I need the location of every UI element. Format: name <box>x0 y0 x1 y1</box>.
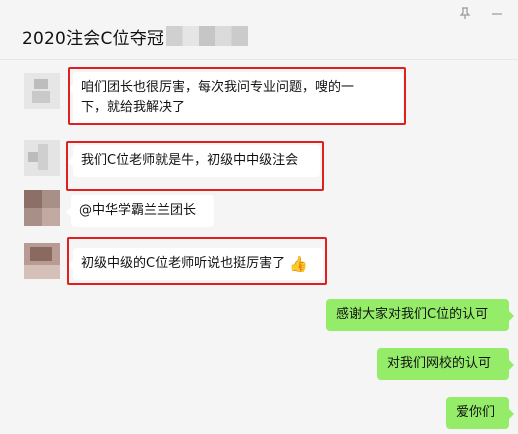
highlight-box <box>68 67 406 125</box>
highlight-box <box>66 141 324 191</box>
message-text: @中华学霸兰兰团长 <box>79 203 197 218</box>
blurred-title-suffix <box>166 26 248 46</box>
pin-icon[interactable] <box>457 6 473 20</box>
chat-header: 2020注会C位夺冠 <box>0 0 518 60</box>
message-bubble[interactable]: 对我们网校的认可 <box>377 348 514 380</box>
message-text: 爱你们 <box>456 405 496 420</box>
avatar[interactable] <box>24 73 60 109</box>
message-text: 感谢大家对我们C位的认可 <box>336 307 489 322</box>
minimize-icon[interactable] <box>489 6 505 20</box>
avatar[interactable] <box>24 140 60 176</box>
chat-title: 2020注会C位夺冠 <box>22 29 165 49</box>
message-text: 对我们网校的认可 <box>387 356 492 371</box>
avatar[interactable] <box>24 243 60 279</box>
avatar[interactable] <box>24 190 60 226</box>
message-bubble[interactable]: @中华学霸兰兰团长 <box>66 195 214 227</box>
message-bubble[interactable]: 爱你们 <box>446 397 514 429</box>
highlight-box <box>67 237 327 285</box>
message-bubble[interactable]: 感谢大家对我们C位的认可 <box>326 299 514 331</box>
